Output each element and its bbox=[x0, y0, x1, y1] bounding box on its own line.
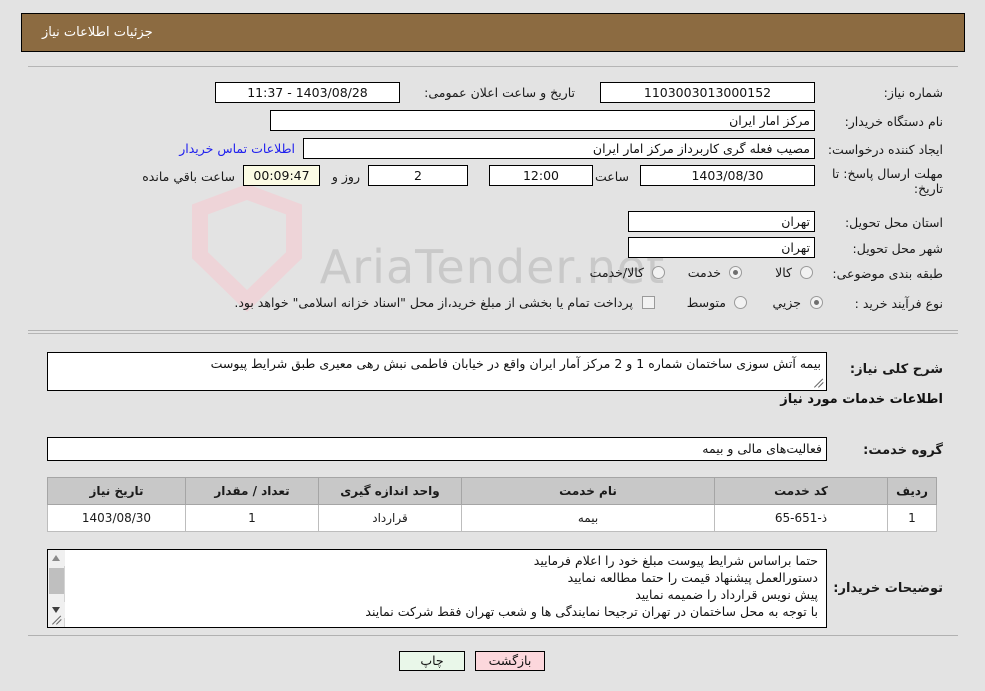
treasury-bond-label: پرداخت تمام یا بخشی از مبلغ خرید،از محل … bbox=[234, 295, 633, 310]
process-radio-jozei[interactable] bbox=[810, 296, 823, 309]
category-radio-khedmat[interactable] bbox=[729, 266, 742, 279]
deadline-time-label: ساعت bbox=[594, 169, 629, 184]
col-date: تاریخ نیاز bbox=[47, 477, 186, 505]
announce-datetime-label: تاریخ و ساعت اعلان عمومی: bbox=[424, 85, 575, 100]
need-number-field[interactable]: 1103003013000152 bbox=[600, 82, 815, 103]
col-code: کد خدمت bbox=[714, 477, 888, 505]
buyer-notes-line-3: پیش نویس قرارداد را ضمیمه نمایید bbox=[635, 587, 818, 602]
buyer-notes-label: توضیحات خریدار: bbox=[833, 581, 943, 596]
category-option-kala-label: کالا bbox=[775, 265, 792, 280]
cell-qty: 1 bbox=[185, 504, 319, 532]
countdown-unit-label: ساعت باقي مانده bbox=[142, 169, 235, 184]
service-group-field[interactable]: فعالیت‌های مالی و بیمه bbox=[47, 437, 827, 461]
countdown-field: 00:09:47 bbox=[243, 165, 320, 186]
request-creator-label: ایجاد کننده درخواست: bbox=[827, 142, 943, 157]
services-table: ردیف کد خدمت نام خدمت واحد اندازه گیری ت… bbox=[47, 477, 937, 532]
province-field[interactable]: تهران bbox=[628, 211, 815, 232]
request-creator-field[interactable]: مصیب فعله گری کاربرداز مرکز امار ایران bbox=[303, 138, 815, 159]
scroll-up-arrow-icon[interactable] bbox=[48, 550, 65, 566]
city-label: شهر محل تحویل: bbox=[852, 241, 943, 256]
cell-date: 1403/08/30 bbox=[47, 504, 186, 532]
process-option-motavaset-label: متوسط bbox=[686, 295, 726, 310]
category-radio-kala[interactable] bbox=[800, 266, 813, 279]
buyer-org-label: نام دستگاه خریدار: bbox=[844, 114, 943, 129]
service-group-label: گروه خدمت: bbox=[863, 443, 943, 458]
buyer-notes-scrollbar[interactable] bbox=[48, 550, 65, 627]
province-label: استان محل تحویل: bbox=[844, 215, 943, 230]
table-row: 1 ذ-651-65 بیمه قرارداد 1 1403/08/30 bbox=[47, 504, 937, 532]
category-label: طبقه بندی موضوعی: bbox=[832, 266, 943, 281]
col-unit: واحد اندازه گیری bbox=[318, 477, 462, 505]
back-button[interactable]: بازگشت bbox=[475, 651, 545, 671]
cell-row: 1 bbox=[887, 504, 937, 532]
page-root: AriaTender.net جزئیات اطلاعات نیاز شماره… bbox=[0, 0, 985, 691]
cell-unit: قرارداد bbox=[318, 504, 462, 532]
page-title: جزئیات اطلاعات نیاز bbox=[42, 25, 153, 40]
need-description-textarea[interactable]: بیمه آتش سوزی ساختمان شماره 1 و 2 مرکز آ… bbox=[47, 352, 827, 391]
cell-name: بیمه bbox=[461, 504, 715, 532]
page-title-bar: جزئیات اطلاعات نیاز bbox=[21, 13, 965, 52]
deadline-date-field[interactable]: 1403/08/30 bbox=[640, 165, 815, 186]
process-radio-motavaset[interactable] bbox=[734, 296, 747, 309]
remaining-days-field[interactable]: 2 bbox=[368, 165, 468, 186]
need-number-label: شماره نیاز: bbox=[883, 85, 943, 100]
process-option-jozei-label: جزیي bbox=[772, 295, 801, 310]
remaining-days-unit-label: روز و bbox=[331, 169, 360, 184]
buyer-contact-link[interactable]: اطلاعات تماس خریدار bbox=[179, 141, 295, 156]
print-button[interactable]: چاپ bbox=[399, 651, 465, 671]
deadline-time-field[interactable]: 12:00 bbox=[489, 165, 593, 186]
process-type-label: نوع فرآیند خرید : bbox=[854, 296, 943, 311]
cell-code: ذ-651-65 bbox=[714, 504, 888, 532]
table-header-row: ردیف کد خدمت نام خدمت واحد اندازه گیری ت… bbox=[47, 477, 937, 505]
treasury-bond-checkbox[interactable] bbox=[642, 296, 655, 309]
buyer-notes-line-1: حتما براساس شرایط پیوست مبلغ خود را اعلا… bbox=[533, 553, 818, 568]
category-option-khedmat-label: خدمت bbox=[687, 265, 721, 280]
buyer-notes-textarea[interactable]: حتما براساس شرایط پیوست مبلغ خود را اعلا… bbox=[47, 549, 827, 628]
need-info-panel bbox=[28, 66, 958, 331]
category-option-kala-khedmat-label: کالا/خدمت bbox=[589, 265, 644, 280]
category-radio-kala-khedmat[interactable] bbox=[652, 266, 665, 279]
need-description-label: شرح کلی نیاز: bbox=[849, 362, 943, 377]
col-name: نام خدمت bbox=[461, 477, 715, 505]
service-section-title: اطلاعات خدمات مورد نیاز bbox=[780, 392, 943, 407]
announce-datetime-field[interactable]: 1403/08/28 - 11:37 bbox=[215, 82, 400, 103]
deadline-label: مهلت ارسال پاسخ: تا تاریخ: bbox=[832, 166, 943, 196]
scroll-down-arrow-icon[interactable] bbox=[48, 602, 65, 618]
city-field[interactable]: تهران bbox=[628, 237, 815, 258]
col-qty: تعداد / مقدار bbox=[185, 477, 319, 505]
scrollbar-thumb[interactable] bbox=[49, 568, 64, 594]
buyer-org-field[interactable]: مرکز امار ایران bbox=[270, 110, 815, 131]
buyer-notes-line-2: دستورالعمل پیشنهاد قیمت را حتما مطالعه ن… bbox=[567, 570, 818, 585]
col-row: ردیف bbox=[887, 477, 937, 505]
buyer-notes-line-4: با توجه به محل ساختمان در تهران ترجیحا ن… bbox=[365, 604, 818, 619]
